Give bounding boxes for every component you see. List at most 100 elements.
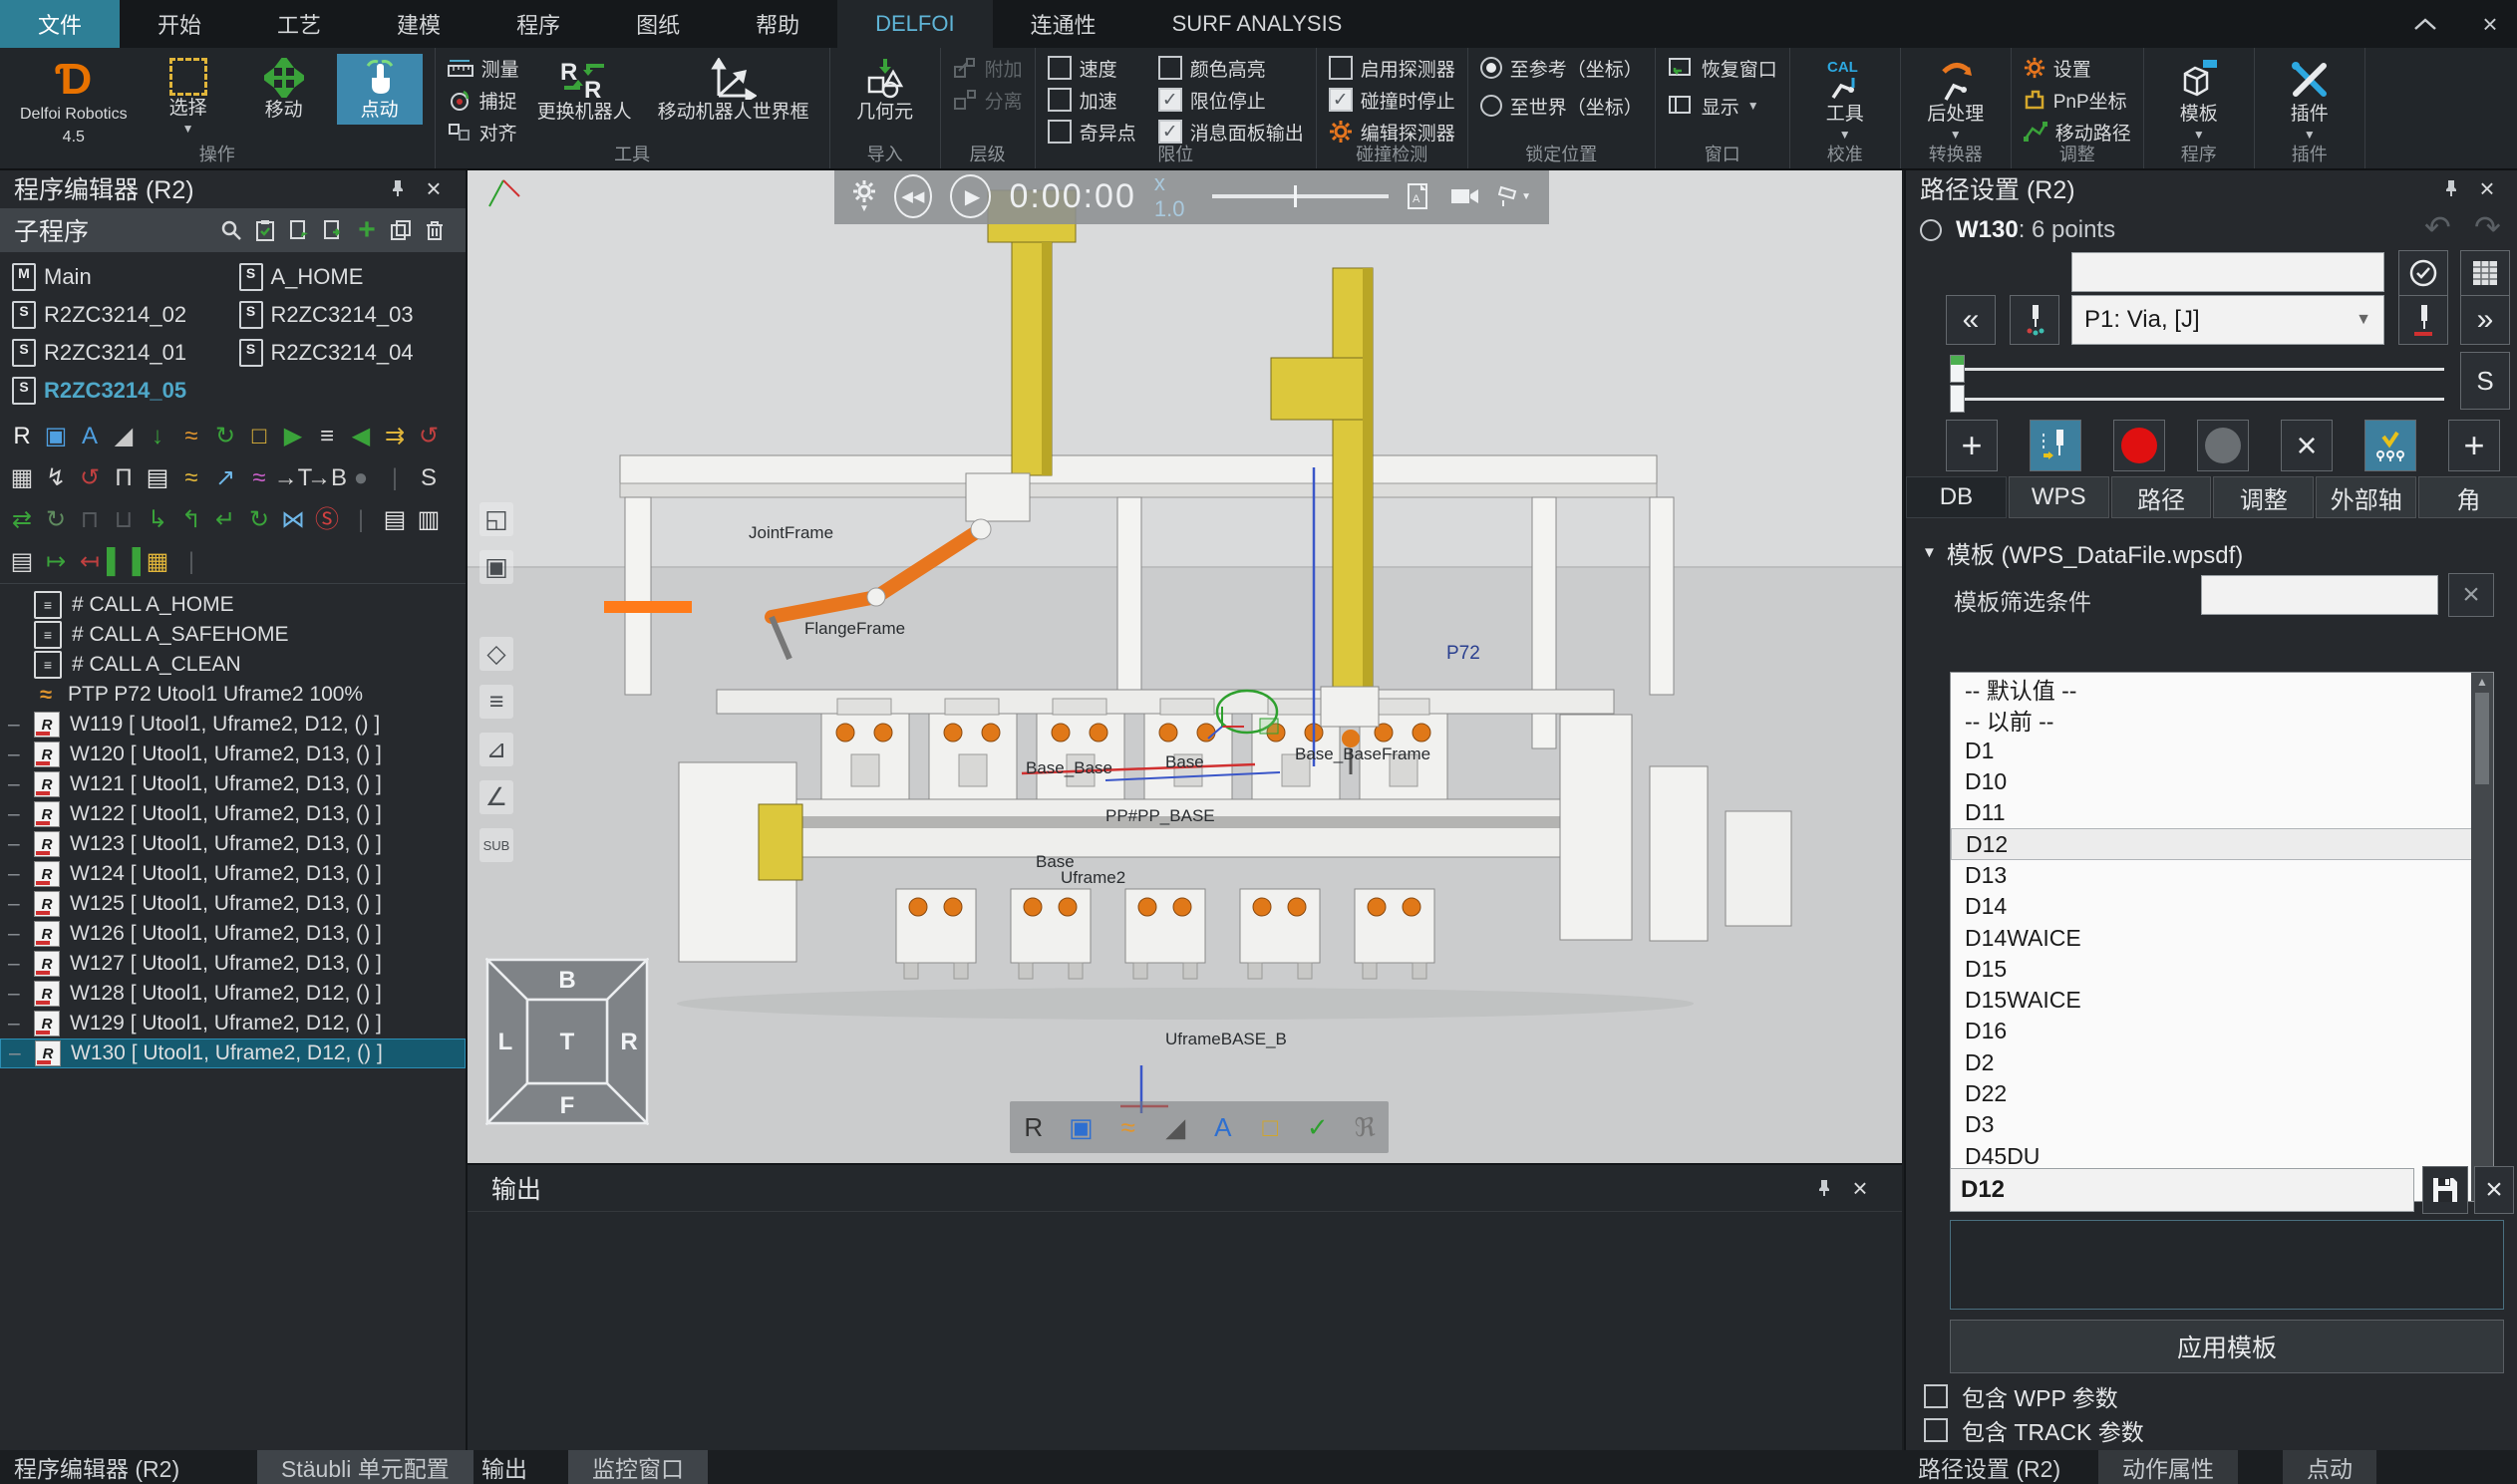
subprogram-r2zc3214-04[interactable]: S R2ZC3214_04: [233, 336, 461, 370]
icon-refresh-cycle[interactable]: ↺: [413, 420, 445, 453]
3d-viewport[interactable]: ▼ ◀◀ ▶ 0:00:00 x 1.0 A ▼ ◱▣ ◇ ≡ ⊿ ∠ SUB: [468, 168, 1902, 1163]
icon-frame-select[interactable]: □: [243, 420, 275, 453]
clear-filter-button[interactable]: ×: [2448, 573, 2494, 617]
template-button[interactable]: 模板▼: [2156, 54, 2242, 146]
template-list-scrollbar[interactable]: ▲ ▼: [2471, 673, 2493, 1201]
color-highlight-checkbox[interactable]: [1158, 56, 1182, 80]
close-panel-icon[interactable]: ×: [1842, 1173, 1878, 1204]
menu-program[interactable]: 程序: [478, 0, 598, 48]
post-process-button[interactable]: 后处理▼: [1913, 54, 1999, 146]
pin-icon[interactable]: [2433, 178, 2469, 198]
icon-spiral[interactable]: ↺: [74, 461, 106, 495]
accel-checkbox[interactable]: [1048, 88, 1072, 112]
statement-w123[interactable]: W123 [ Utool1, Uframe2, D13, () ]: [0, 829, 466, 859]
template-section-header[interactable]: ▼ 模板 (WPS_DataFile.wpsdf): [1922, 535, 2243, 570]
icon-folder[interactable]: ▤: [142, 461, 173, 495]
path-slider-2[interactable]: [1950, 398, 2444, 401]
film-strip-icon[interactable]: ▼: [1498, 185, 1531, 207]
menu-delfoi[interactable]: DELFOI: [837, 0, 992, 48]
statement-w121[interactable]: W121 [ Utool1, Uframe2, D13, () ]: [0, 769, 466, 799]
select-button[interactable]: 选择▼: [146, 54, 231, 140]
icon-swap[interactable]: ⇄: [6, 503, 38, 537]
to-reference-radio[interactable]: [1480, 57, 1502, 79]
icon-conveyor[interactable]: ⇉: [379, 420, 411, 453]
tab-action-properties[interactable]: 动作属性: [2098, 1450, 2238, 1484]
close-panel-icon[interactable]: ×: [2469, 173, 2505, 204]
tab-staubli-cell-config[interactable]: Stäubli 单元配置: [257, 1450, 473, 1484]
display-button[interactable]: 显示▼: [1668, 92, 1777, 120]
vp-icon-weld[interactable]: R: [1018, 1110, 1050, 1144]
path-radio[interactable]: [1920, 219, 1942, 241]
vp-icon-ramp[interactable]: ◢: [1159, 1110, 1191, 1144]
geometry-import-button[interactable]: 几何元: [842, 54, 928, 127]
play-button[interactable]: ▶: [950, 174, 992, 218]
statement-call-a-clean[interactable]: # CALL A_CLEAN: [0, 650, 466, 680]
limit-stop-checkbox-row[interactable]: 限位停止: [1158, 86, 1304, 114]
statement-w128[interactable]: W128 [ Utool1, Uframe2, D12, () ]: [0, 979, 466, 1009]
record-disabled-button[interactable]: [2197, 420, 2249, 471]
detach-button[interactable]: 分离: [953, 86, 1023, 114]
add-point-after-button[interactable]: +: [2448, 420, 2500, 471]
accel-checkbox-row[interactable]: 加速: [1048, 86, 1136, 114]
stop-on-collision-checkbox[interactable]: [1329, 88, 1353, 112]
icon-group-dim[interactable]: ⊓: [74, 503, 106, 537]
delete-icon[interactable]: [418, 219, 452, 241]
template-description-textarea[interactable]: [1950, 1220, 2504, 1310]
toolbar-divider[interactable]: |: [379, 461, 411, 495]
statement-w120[interactable]: W120 [ Utool1, Uframe2, D13, () ]: [0, 740, 466, 769]
icon-return[interactable]: ↵: [209, 503, 241, 537]
subprogram-r2zc3214-02[interactable]: S R2ZC3214_02: [6, 298, 233, 332]
tab-monitor-window[interactable]: 监控窗口: [568, 1450, 708, 1484]
torch-to-point-button[interactable]: [2010, 295, 2059, 345]
speed-slider[interactable]: [1212, 194, 1389, 198]
playback-settings-gear-icon[interactable]: ▼: [852, 179, 876, 214]
calibration-tool-button[interactable]: CAL 工具▼: [1802, 54, 1888, 146]
icon-unfold-cube[interactable]: ▦: [142, 545, 173, 579]
measure-button[interactable]: 测量: [448, 54, 519, 82]
add-point-before-button[interactable]: +: [1946, 420, 1998, 471]
icon-document[interactable]: ▥: [413, 503, 445, 537]
statement-w130[interactable]: W130 [ Utool1, Uframe2, D12, () ]: [0, 1039, 466, 1068]
to-reference-radio-row[interactable]: 至参考（坐标）: [1480, 54, 1643, 82]
icon-statement-list[interactable]: ≡: [311, 420, 343, 453]
icon-loop-dim[interactable]: ↻: [40, 503, 72, 537]
include-track-checkbox[interactable]: [1924, 1418, 1948, 1442]
icon-program-copy[interactable]: ▣: [40, 420, 72, 453]
statement-call-a-home[interactable]: # CALL A_HOME: [0, 590, 466, 620]
verify-points-button[interactable]: [2364, 420, 2416, 471]
undo-icon[interactable]: ↶: [2424, 208, 2451, 246]
swap-robot-button[interactable]: R R 更换机器人: [529, 54, 640, 127]
icon-bridge[interactable]: Π: [108, 461, 140, 495]
pin-icon[interactable]: [1806, 1178, 1842, 1198]
menu-modeling[interactable]: 建模: [359, 0, 478, 48]
view-cube[interactable]: B L T R F: [485, 958, 649, 1125]
record-video-icon[interactable]: [1450, 186, 1480, 206]
speed-checkbox-row[interactable]: 速度: [1048, 54, 1136, 82]
template-filter-input[interactable]: [2201, 575, 2438, 615]
icon-jump-point[interactable]: ↗: [209, 461, 241, 495]
icon-loop[interactable]: ↻: [209, 420, 241, 453]
menu-connectivity[interactable]: 连通性: [993, 0, 1134, 48]
icon-ramp[interactable]: ◢: [108, 420, 140, 453]
option-include-wpp-row[interactable]: 包含 WPP 参数: [1924, 1379, 2118, 1413]
icon-subprogram-doc[interactable]: S: [413, 461, 445, 495]
icon-cycle[interactable]: ↻: [243, 503, 275, 537]
statement-w122[interactable]: W122 [ Utool1, Uframe2, D13, () ]: [0, 799, 466, 829]
icon-insert-point[interactable]: ↓: [142, 420, 173, 453]
attach-button[interactable]: 附加: [953, 54, 1023, 82]
search-icon[interactable]: [214, 219, 248, 241]
subprogram-a-home[interactable]: S A_HOME: [233, 260, 461, 294]
icon-step-back[interactable]: ◀: [345, 420, 377, 453]
statement-w127[interactable]: W127 [ Utool1, Uframe2, D13, () ]: [0, 949, 466, 979]
tab-program-editor[interactable]: 程序编辑器 (R2): [14, 1450, 179, 1484]
delete-point-button[interactable]: ×: [2281, 420, 2333, 471]
menu-start[interactable]: 开始: [120, 0, 239, 48]
statement-w126[interactable]: W126 [ Utool1, Uframe2, D13, () ]: [0, 919, 466, 949]
menu-process[interactable]: 工艺: [239, 0, 359, 48]
point-name-input[interactable]: [2071, 252, 2384, 292]
vp-icon-select-area[interactable]: ▣: [479, 550, 513, 584]
vp-icon-annotation[interactable]: A: [1207, 1110, 1239, 1144]
template-name-input[interactable]: [1950, 1168, 2414, 1212]
point-table-button[interactable]: [2460, 250, 2510, 296]
subprogram-r2zc3214-03[interactable]: S R2ZC3214_03: [233, 298, 461, 332]
